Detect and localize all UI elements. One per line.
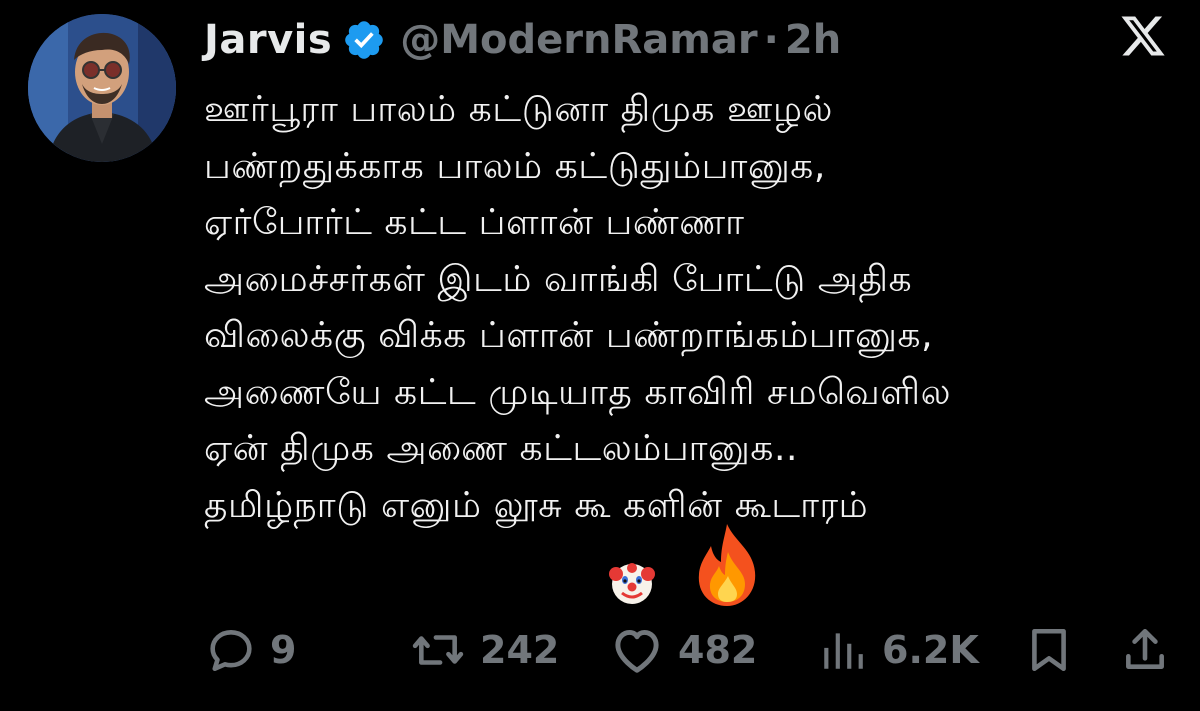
like-count: 482 — [678, 628, 758, 672]
repost-button[interactable]: 242 — [410, 618, 559, 682]
text-line: ஊர்பூரா பாலம் கட்டுனா திமுக ஊழல் — [204, 89, 833, 130]
tweet-actions: 9 242 482 6.2K — [0, 618, 1200, 682]
text-line: அமைச்சர்கள் இடம் வாங்கி போட்டு அதிக — [204, 258, 913, 300]
bookmark-icon — [1032, 628, 1066, 672]
share-icon — [1126, 628, 1164, 669]
like-button[interactable]: 482 — [610, 618, 757, 682]
share-button[interactable] — [1120, 618, 1170, 682]
display-name[interactable]: Jarvis — [204, 17, 332, 63]
verified-badge-icon — [345, 21, 383, 59]
text-line: தமிழ்நாடு எனும் லூசு கூ களின் கூடாரம் — [204, 484, 869, 526]
handle[interactable]: @ModernRamar — [400, 17, 757, 63]
reply-button[interactable]: 9 — [206, 618, 296, 682]
avatar[interactable] — [28, 14, 176, 162]
separator-dot: · — [763, 17, 779, 63]
analytics-icon — [824, 633, 863, 669]
avatar-photo — [28, 14, 176, 162]
repost-count: 242 — [480, 628, 560, 672]
fire-emoji — [698, 524, 756, 606]
timestamp[interactable]: 2h — [785, 17, 841, 63]
tweet-text: ஊர்பூரா பாலம் கட்டுனா திமுக ஊழல் பண்றதுக… — [204, 82, 1164, 606]
repost-icon — [412, 635, 464, 665]
bookmark-button[interactable] — [1024, 618, 1074, 682]
text-line: ஏர்போர்ட் கட்ட ப்ளான் பண்ணா — [204, 202, 745, 243]
view-count: 6.2K — [882, 628, 979, 672]
views-button[interactable]: 6.2K — [818, 618, 979, 682]
reply-icon — [210, 630, 252, 672]
text-line: விலைக்கு விக்க ப்ளான் பண்றாங்கம்பானுக, — [204, 315, 934, 356]
text-line: பண்றதுக்காக பாலம் கட்டுதும்பானுக, — [204, 145, 826, 187]
clown-emoji — [609, 563, 655, 604]
reply-count: 9 — [270, 628, 297, 672]
text-line: அணையே கட்ட முடியாத காவிரி சமவெளில — [204, 371, 952, 413]
tweet-header: Jarvis @ModernRamar · 2h — [204, 10, 841, 70]
x-logo-icon — [1121, 16, 1165, 56]
heart-icon — [615, 629, 659, 673]
tweet[interactable]: Jarvis @ModernRamar · 2h ஊர்பூரா பாலம் க… — [0, 0, 1200, 711]
text-line: ஏன் திமுக அணை கட்டலம்பானுக.. — [204, 428, 799, 469]
